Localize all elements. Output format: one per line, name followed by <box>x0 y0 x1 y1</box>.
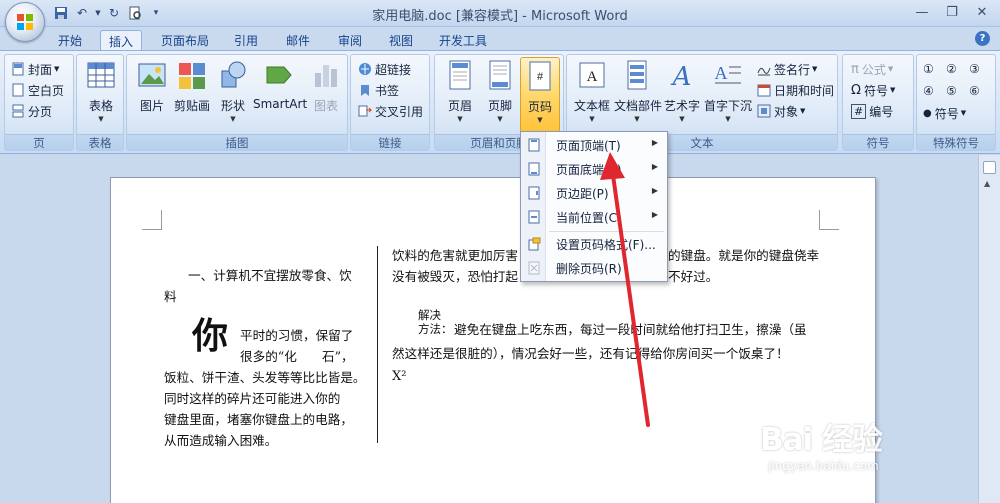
office-logo-icon <box>17 14 33 30</box>
office-button[interactable] <box>5 2 45 42</box>
watermark-url: jingyan.baidu.com <box>768 459 879 473</box>
baidu-watermark: Bai 经验 jingyan.baidu.com <box>760 414 883 473</box>
watermark-brand: Bai 经验 <box>760 422 883 458</box>
